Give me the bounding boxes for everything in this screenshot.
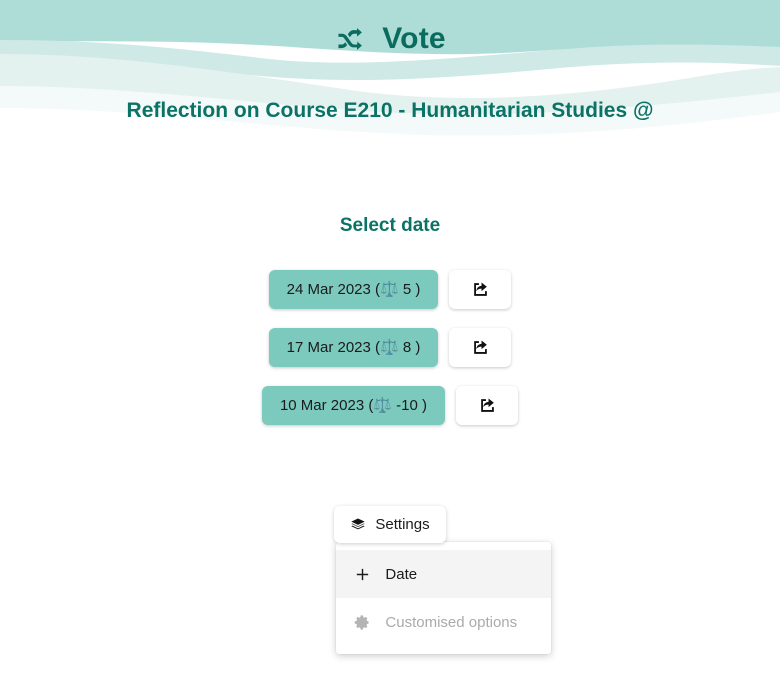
vote-page: Vote Reflection on Course E210 - Humanit… [0, 0, 780, 694]
menu-item-label: Date [385, 565, 418, 583]
date-row: 17 Mar 2023 (⚖️ 8 ) [268, 328, 512, 367]
date-row: 10 Mar 2023 (⚖️ -10 ) [261, 386, 519, 425]
menu-item-customised-options: Customised options [336, 598, 551, 646]
settings-area: Settings Date Customised options [0, 506, 780, 654]
settings-anchor: Settings Date Customised options [334, 506, 552, 654]
select-date-heading: Select date [339, 215, 441, 236]
menu-item-label: Customised options [385, 613, 518, 631]
share-button[interactable] [449, 328, 512, 367]
share-button[interactable] [449, 270, 512, 309]
share-button[interactable] [456, 386, 519, 425]
plus-icon [354, 566, 371, 583]
app-brand: Vote [0, 22, 780, 56]
shuffle-icon [334, 22, 368, 56]
menu-item-date[interactable]: Date [336, 550, 552, 598]
date-row: 24 Mar 2023 (⚖️ 5 ) [268, 270, 512, 309]
share-icon [474, 340, 487, 354]
date-list: 24 Mar 2023 (⚖️ 5 ) 17 Mar 2023 (⚖️ 8 ) … [0, 270, 780, 425]
page-title: Reflection on Course E210 - Humanitarian… [126, 99, 654, 122]
settings-dropdown-menu: Date Customised options [336, 542, 552, 654]
share-icon [480, 398, 494, 412]
settings-button[interactable]: Settings [334, 506, 446, 543]
app-title: Vote [382, 22, 446, 55]
date-option-button[interactable]: 10 Mar 2023 (⚖️ -10 ) [261, 386, 446, 425]
gear-icon [354, 614, 371, 631]
layers-icon [350, 517, 366, 533]
date-option-button[interactable]: 24 Mar 2023 (⚖️ 5 ) [268, 270, 439, 309]
settings-button-label: Settings [375, 516, 430, 533]
share-icon [474, 282, 487, 296]
date-option-button[interactable]: 17 Mar 2023 (⚖️ 8 ) [268, 328, 439, 367]
